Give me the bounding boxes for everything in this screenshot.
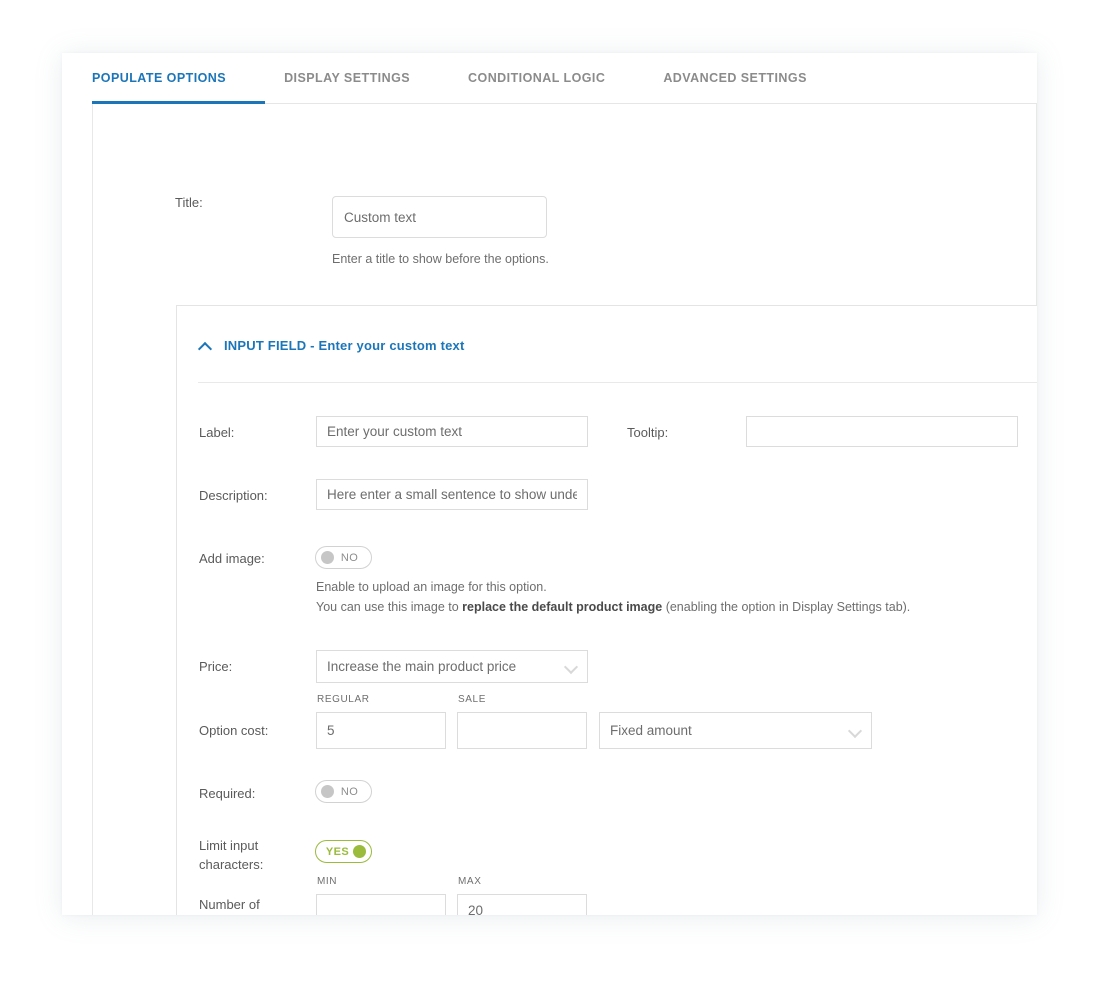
number-of-characters-label: Number of characters: [199,895,263,915]
add-image-help-line-1: Enable to upload an image for this optio… [316,577,547,597]
tab-bar: POPULATE OPTIONS DISPLAY SETTINGS CONDIT… [62,53,1037,103]
label-field-label: Label: [199,423,234,442]
description-input[interactable] [316,479,588,510]
price-select-value: Increase the main product price [327,659,565,674]
tab-advanced-settings[interactable]: ADVANCED SETTINGS [663,53,807,103]
tooltip-field-label: Tooltip: [627,423,668,442]
price-label: Price: [199,657,232,676]
add-image-toggle[interactable]: NO [315,546,372,569]
chevron-up-icon [199,342,211,350]
cost-type-select[interactable]: Fixed amount [599,712,872,749]
tab-label: ADVANCED SETTINGS [663,71,807,85]
price-select[interactable]: Increase the main product price [316,650,588,683]
toggle-knob [321,551,334,564]
min-caption: MIN [317,876,337,887]
tooltip-input[interactable] [746,416,1018,447]
required-label: Required: [199,784,255,803]
toggle-knob [321,785,334,798]
section-divider [198,382,1037,383]
add-image-help-line-2: You can use this image to replace the de… [316,597,910,617]
help-text-bold: replace the default product image [462,600,662,614]
input-field-section: INPUT FIELD - Enter your custom text Lab… [176,305,1037,915]
tab-label: DISPLAY SETTINGS [284,71,410,85]
help-text-post: (enabling the option in Display Settings… [662,600,910,614]
add-image-label: Add image: [199,549,265,568]
regular-price-caption: REGULAR [317,694,370,705]
option-cost-label: Option cost: [199,721,268,740]
title-hint: Enter a title to show before the options… [332,252,549,266]
chevron-down-icon [565,661,577,673]
tab-conditional-logic[interactable]: CONDITIONAL LOGIC [468,53,605,103]
toggle-state-label: NO [334,552,365,564]
title-input[interactable] [332,196,547,238]
sale-price-caption: SALE [458,694,486,705]
max-characters-input[interactable] [457,894,587,915]
limit-input-characters-toggle[interactable]: YES [315,840,372,863]
label-input[interactable] [316,416,588,447]
toggle-state-label: YES [322,846,353,858]
tab-label: POPULATE OPTIONS [92,71,226,85]
cost-type-select-value: Fixed amount [610,723,849,738]
tab-display-settings[interactable]: DISPLAY SETTINGS [284,53,410,103]
tab-populate-options[interactable]: POPULATE OPTIONS [92,53,226,103]
section-title: INPUT FIELD - Enter your custom text [224,338,465,353]
page-root: POPULATE OPTIONS DISPLAY SETTINGS CONDIT… [0,0,1106,989]
min-characters-input[interactable] [316,894,446,915]
toggle-state-label: NO [334,786,365,798]
sale-price-input[interactable] [457,712,587,749]
toggle-knob [353,845,366,858]
settings-card: POPULATE OPTIONS DISPLAY SETTINGS CONDIT… [62,53,1037,915]
help-text-pre: You can use this image to [316,600,462,614]
max-caption: MAX [458,876,481,887]
required-toggle[interactable]: NO [315,780,372,803]
description-field-label: Description: [199,486,268,505]
section-collapse-toggle[interactable]: INPUT FIELD - Enter your custom text [199,338,465,353]
title-label: Title: [175,194,203,211]
limit-input-characters-label: Limit input characters: [199,836,263,874]
tab-label: CONDITIONAL LOGIC [468,71,605,85]
populate-options-panel: Title: Enter a title to show before the … [92,104,1037,915]
chevron-down-icon [849,725,861,737]
regular-price-input[interactable] [316,712,446,749]
